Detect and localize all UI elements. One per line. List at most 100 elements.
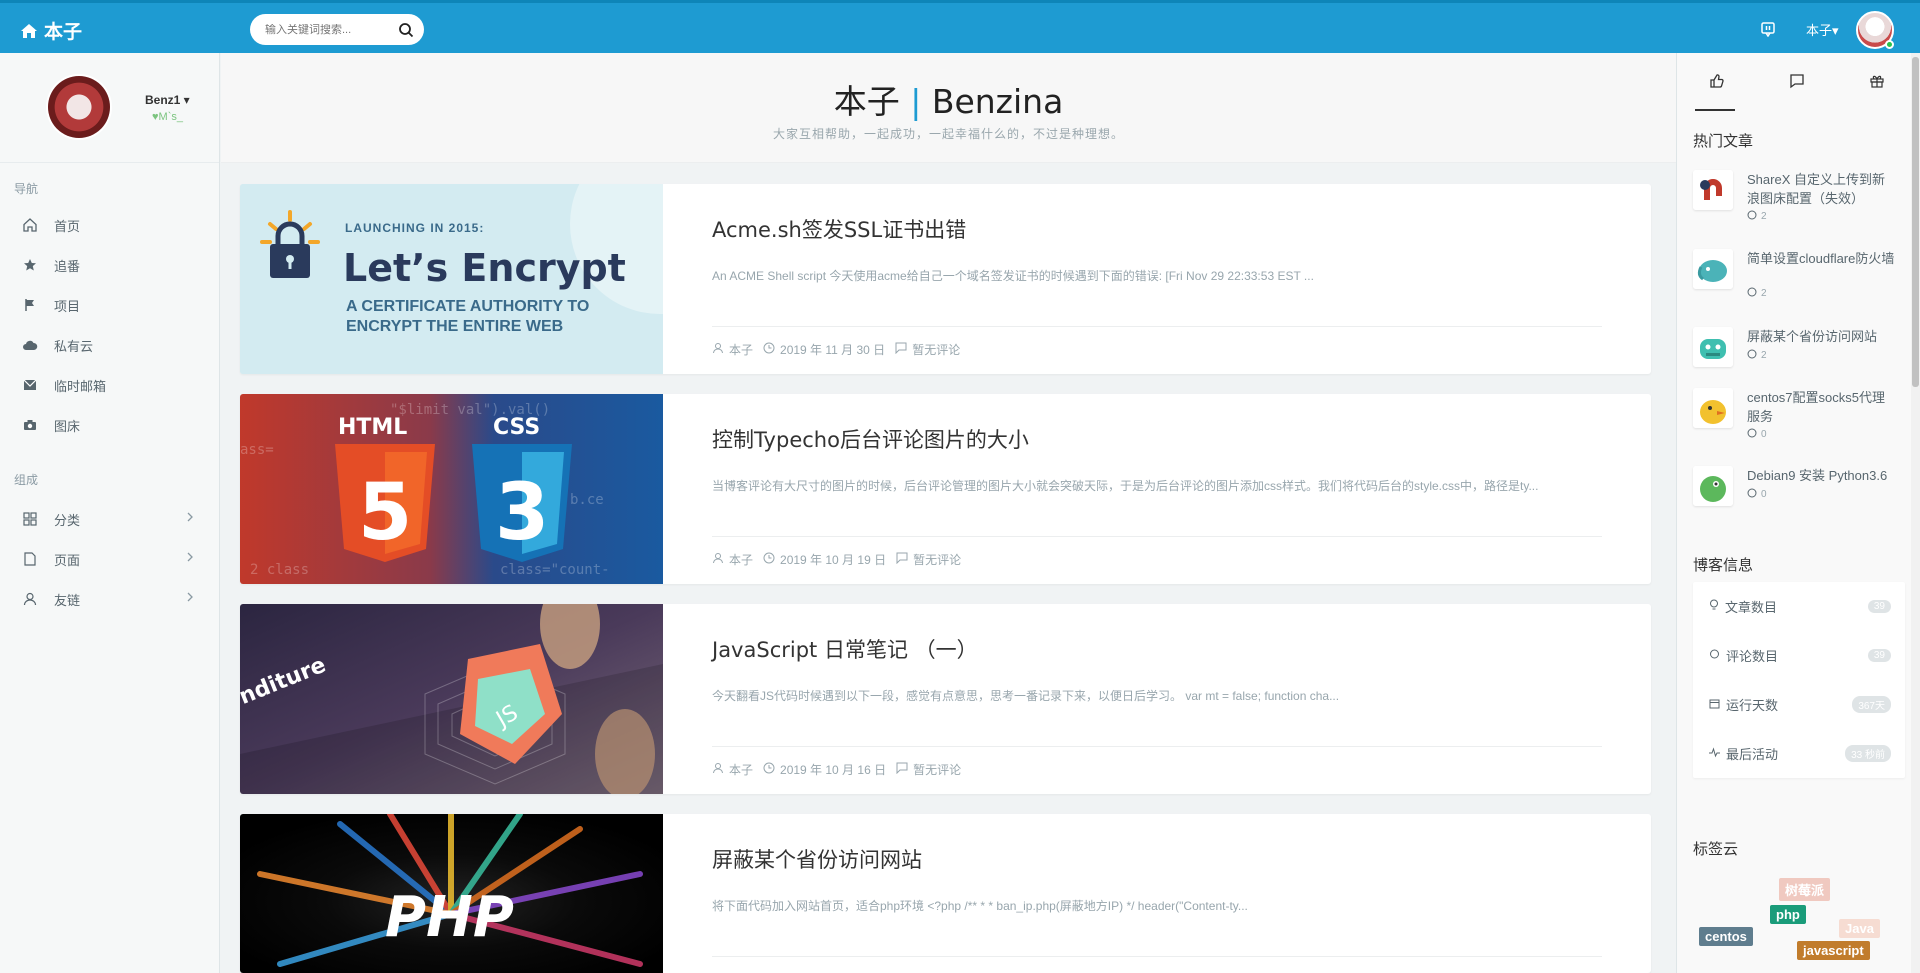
info-label: 评论数目 <box>1726 649 1779 664</box>
thumb-css-text: CSS <box>493 415 540 440</box>
user-menu[interactable]: 本子▾ <box>1806 20 1839 39</box>
active-tab-indicator <box>1695 109 1735 111</box>
mail-icon <box>22 379 38 391</box>
hot-post-title[interactable]: 屏蔽某个省份访问网站 <box>1747 327 1897 346</box>
info-badge: 39 <box>1867 649 1891 662</box>
post-thumbnail[interactable]: PHP <box>240 814 663 973</box>
search-icon[interactable] <box>398 22 414 38</box>
post-thumbnail[interactable] <box>1693 466 1733 506</box>
post-card: JS nditure JavaScript 日常笔记 （一） 今天翻看JS代码时… <box>240 604 1651 794</box>
post-thumbnail[interactable]: "$limit val").val() ass= b.ce 2 class cl… <box>240 394 663 584</box>
sidebar-item-category[interactable]: 分类 <box>0 499 220 539</box>
flag-icon <box>22 298 38 312</box>
post-author[interactable]: 本子 <box>729 341 753 358</box>
tag-item[interactable]: javascript <box>1797 941 1870 960</box>
camera-icon <box>22 419 38 431</box>
brand-link[interactable]: 本子 <box>20 17 82 44</box>
tag-item[interactable]: Java <box>1839 919 1880 938</box>
tag-item[interactable]: centos <box>1699 927 1753 946</box>
sidebar-item-home[interactable]: 首页 <box>0 205 220 245</box>
tab-comments[interactable] <box>1757 53 1837 111</box>
right-tabs <box>1677 53 1920 111</box>
sidebar-item-cloud[interactable]: 私有云 <box>0 325 220 365</box>
post-card: LAUNCHING IN 2015: Let’s Encrypt A CERTI… <box>240 184 1651 374</box>
profile-motto: ♥M`s_ <box>152 111 183 123</box>
svg-text:b.ce: b.ce <box>570 492 604 508</box>
tag-item[interactable]: php <box>1770 905 1806 924</box>
post-comments[interactable]: 暂无评论 <box>912 341 960 358</box>
svg-text:2 class: 2 class <box>250 562 309 578</box>
hot-post-title[interactable]: ShareX 自定义上传到新浪图床配置（失效） <box>1747 170 1897 208</box>
sidebar-item-projects[interactable]: 项目 <box>0 285 220 325</box>
tag-item[interactable]: 树莓派 <box>1779 878 1831 901</box>
hot-post-title[interactable]: centos7配置socks5代理服务 <box>1747 388 1897 426</box>
nav-group-label: 组成 <box>14 473 39 487</box>
post-title[interactable]: Acme.sh签发SSL证书出错 <box>712 214 1602 244</box>
notification-icon[interactable] <box>1760 21 1776 38</box>
author-icon <box>712 552 724 567</box>
online-status-badge <box>1885 40 1894 49</box>
grid-icon <box>22 512 38 526</box>
site-title: 本子 | Benzina <box>221 75 1676 123</box>
info-comments: 评论数目 39 <box>1693 631 1905 680</box>
post-title[interactable]: 控制Typecho后台评论图片的大小 <box>712 424 1602 454</box>
post-title[interactable]: 屏蔽某个省份访问网站 <box>712 844 1602 874</box>
title-separator: | <box>910 82 922 121</box>
sidebar-item-bangumi[interactable]: 追番 <box>0 245 220 285</box>
scrollbar-thumb[interactable] <box>1912 57 1919 387</box>
post-card: PHP 屏蔽某个省份访问网站 将下面代码加入网站首页，适合php环境 <?php… <box>240 814 1651 973</box>
post-thumbnail[interactable]: JS nditure <box>240 604 663 794</box>
post-title[interactable]: JavaScript 日常笔记 （一） <box>712 634 1602 664</box>
post-thumbnail[interactable]: LAUNCHING IN 2015: Let’s Encrypt A CERTI… <box>240 184 663 374</box>
info-days: 运行天数 367天 <box>1693 680 1905 729</box>
info-badge: 33 秒前 <box>1845 745 1891 762</box>
thumb-html-text: HTML <box>338 415 407 440</box>
post-thumbnail[interactable] <box>1693 327 1733 367</box>
post-meta <box>712 956 1602 957</box>
sidebar-item-tempmail[interactable]: 临时邮箱 <box>0 365 220 405</box>
clock-icon <box>763 552 775 567</box>
tab-hot[interactable] <box>1677 53 1757 111</box>
post-thumbnail[interactable] <box>1693 170 1733 210</box>
hot-post-title[interactable]: Debian9 安装 Python3.6 <box>1747 466 1897 485</box>
sidebar-item-links[interactable]: 友链 <box>0 579 220 619</box>
search-box <box>250 14 424 45</box>
hot-post-title[interactable]: 简单设置cloudflare防火墙 <box>1747 249 1897 268</box>
info-last-active: 最后活动 33 秒前 <box>1693 729 1905 778</box>
post-excerpt: 将下面代码加入网站首页，适合php环境 <?php /** * * ban_ip… <box>712 899 1248 913</box>
nav-group-label: 导航 <box>14 182 39 196</box>
sidebar-item-pages[interactable]: 页面 <box>0 539 220 579</box>
left-sidebar: Benz1 ▾ ♥M`s_ 导航 首页 追番 项目 私有云 临时邮箱 图床 组成… <box>0 53 220 973</box>
sidebar-item-label: 页面 <box>54 552 81 568</box>
post-date: 2019 年 10 月 16 日 <box>780 763 887 777</box>
tab-gift[interactable] <box>1837 53 1917 111</box>
post-thumbnail[interactable] <box>1693 249 1733 289</box>
site-title-cn: 本子 <box>833 82 900 121</box>
post-date: 2019 年 10 月 19 日 <box>780 553 887 567</box>
top-navbar: 本子 本子▾ <box>0 0 1920 53</box>
sidebar-item-label: 首页 <box>54 218 81 234</box>
post-excerpt: 今天翻看JS代码时候遇到以下一段，感觉有点意思，思考一番记录下来，以便日后学习。… <box>712 689 1340 703</box>
comment-icon <box>1789 73 1805 92</box>
post-comments[interactable]: 暂无评论 <box>913 551 961 568</box>
sidebar-item-imagehost[interactable]: 图床 <box>0 405 220 445</box>
post-author[interactable]: 本子 <box>729 551 753 568</box>
profile-name[interactable]: Benz1 ▾ <box>145 93 190 107</box>
search-input[interactable] <box>265 23 395 36</box>
tag-cloud-title: 标签云 <box>1693 841 1739 858</box>
post-card: "$limit val").val() ass= b.ce 2 class cl… <box>240 394 1651 584</box>
comment-count: 0 <box>1747 428 1767 441</box>
comment-count: 2 <box>1747 349 1767 362</box>
thumb-five-text: 5 <box>358 468 412 558</box>
comment-count: 2 <box>1747 287 1767 300</box>
right-sidebar: 热门文章 ShareX 自定义上传到新浪图床配置（失效） 2 简单设置cloud… <box>1676 53 1920 973</box>
post-author[interactable]: 本子 <box>729 761 753 778</box>
post-thumbnail[interactable] <box>1693 388 1733 428</box>
comment-icon <box>895 342 907 357</box>
thumb-php-text: PHP <box>385 885 514 950</box>
blog-info-panel: 文章数目 39 评论数目 39 运行天数 367天 最后活动 33 秒前 <box>1693 582 1905 778</box>
profile-avatar[interactable] <box>48 76 110 138</box>
clock-icon <box>763 762 775 777</box>
post-comments[interactable]: 暂无评论 <box>913 761 961 778</box>
sidebar-item-label: 友链 <box>54 592 81 608</box>
